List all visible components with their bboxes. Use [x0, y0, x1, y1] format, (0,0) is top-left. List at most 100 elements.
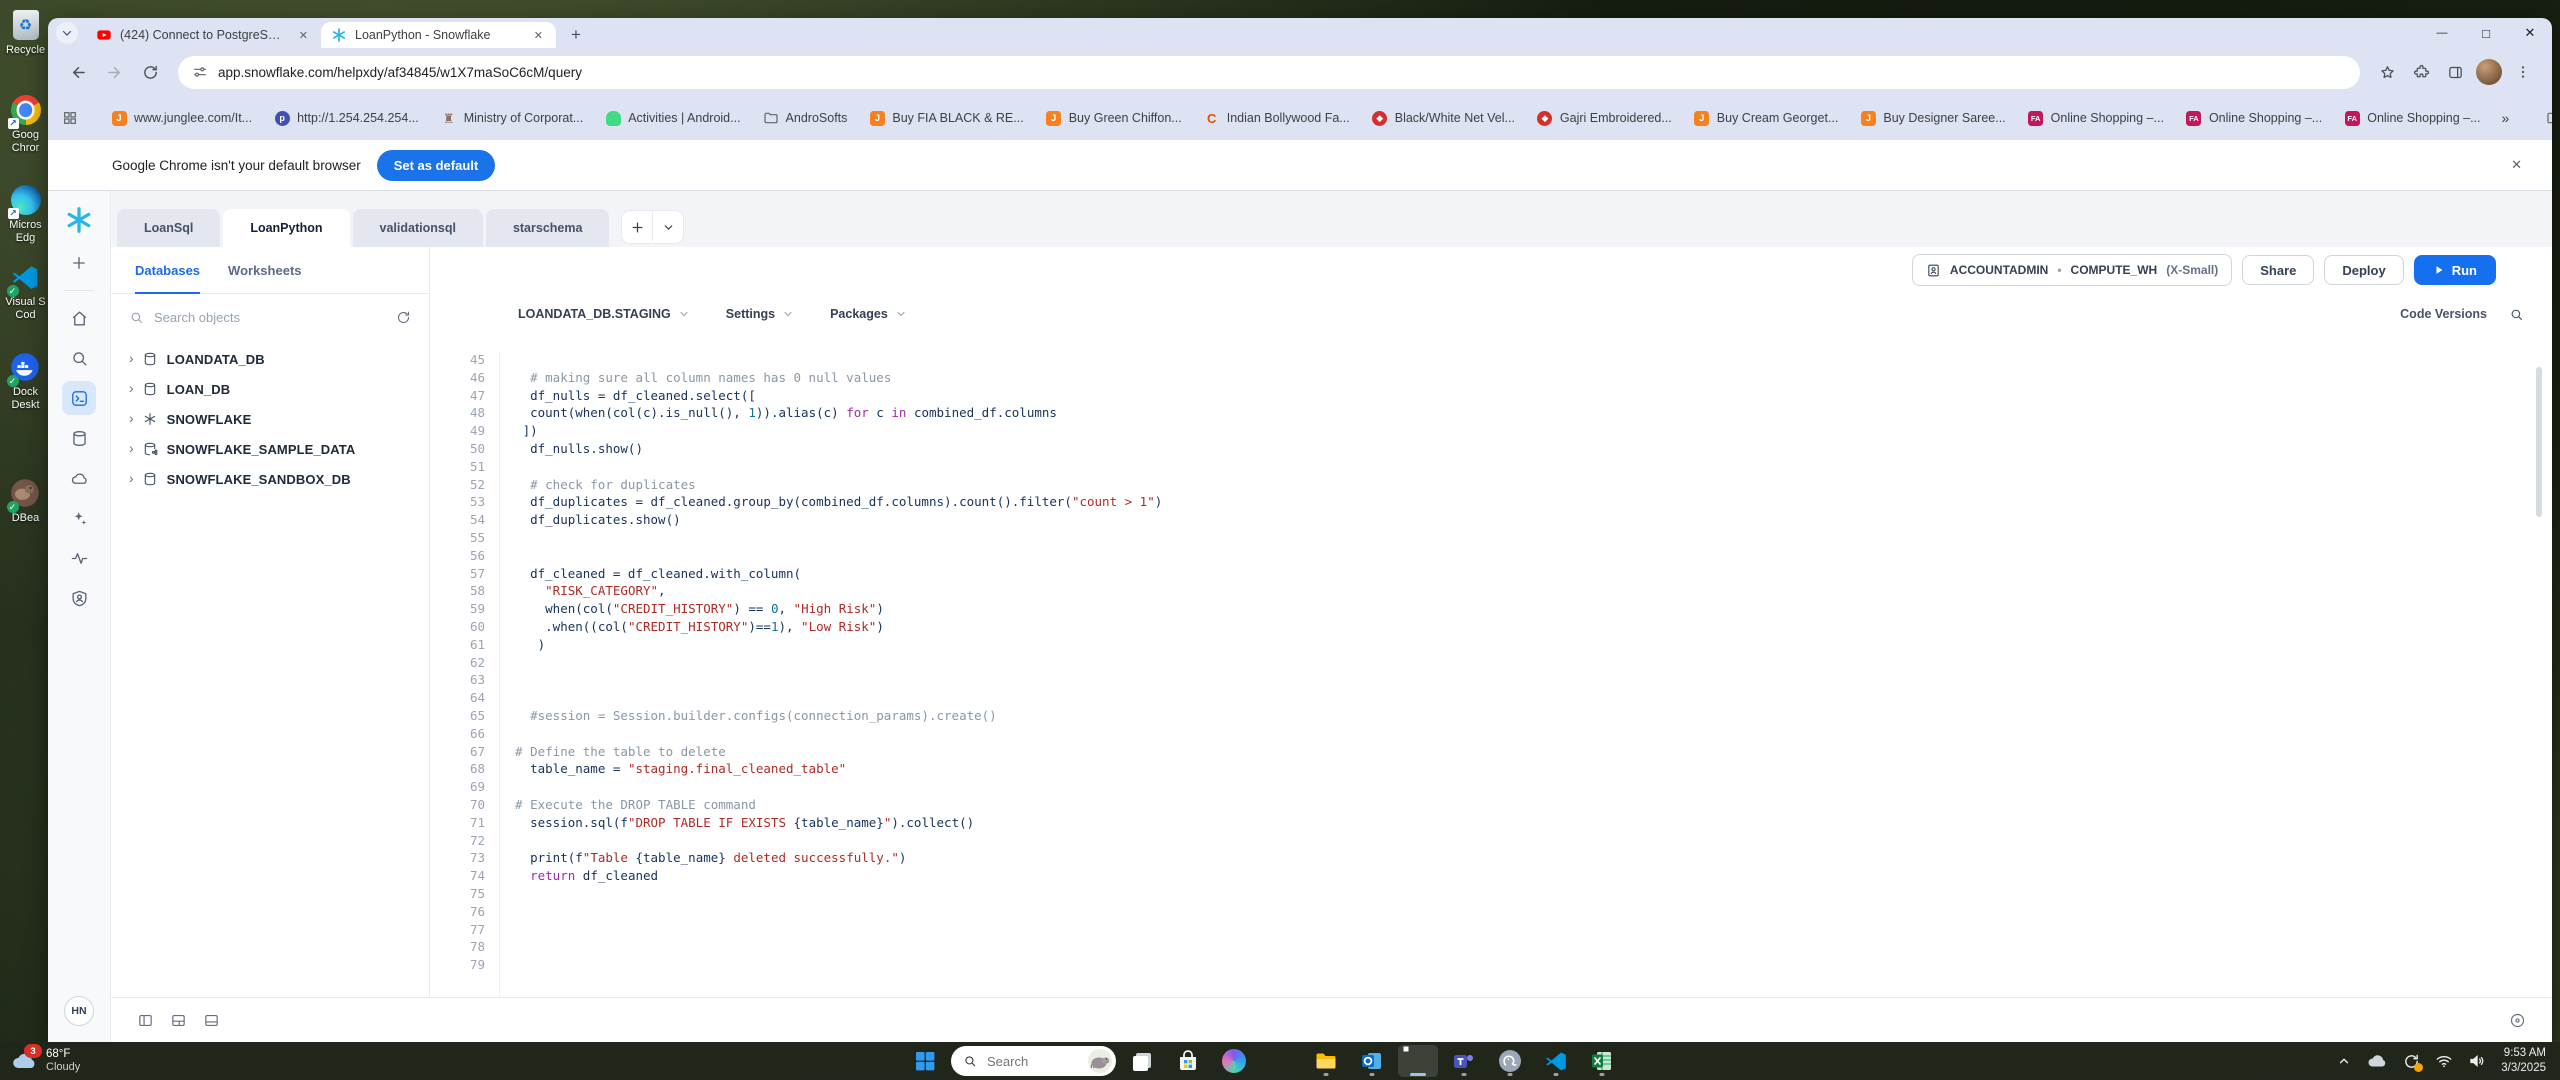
- all-bookmarks-button[interactable]: All Bookmarks: [2535, 104, 2552, 132]
- activity-nav-icon[interactable]: [62, 541, 96, 575]
- share-button[interactable]: Share: [2242, 255, 2315, 285]
- set-as-default-button[interactable]: Set as default: [376, 149, 496, 181]
- bookmark-item[interactable]: J Buy FIA BLACK & RE...: [858, 104, 1034, 132]
- browser-menu-icon[interactable]: [2508, 57, 2538, 87]
- desktop-icon-edge[interactable]: ↗ Micros Edg: [3, 185, 48, 244]
- bookmark-star-icon[interactable]: [2372, 57, 2402, 87]
- taskbar-clock[interactable]: 9:53 AM 3/3/2025: [2501, 1046, 2546, 1076]
- url-text[interactable]: app.snowflake.com/helpxdy/af34845/w1X7ma…: [218, 65, 582, 80]
- tab-close-icon[interactable]: ✕: [531, 28, 546, 43]
- help-icon[interactable]: [2509, 1012, 2526, 1029]
- taskbar-task-view-icon[interactable]: [1122, 1045, 1162, 1077]
- volume-icon[interactable]: [2468, 1052, 2486, 1070]
- weather-widget[interactable]: 3 68°F Cloudy: [0, 1044, 170, 1075]
- taskbar-copilot-icon[interactable]: [1214, 1045, 1254, 1077]
- worksheet-tab-validationsql[interactable]: validationsql: [352, 209, 483, 247]
- schema-context-dropdown[interactable]: LOANDATA_DB.STAGING: [518, 307, 690, 321]
- bookmark-item[interactable]: FA Online Shopping –...: [2333, 104, 2491, 132]
- tab-search-button[interactable]: [56, 22, 78, 44]
- bookmark-item[interactable]: ◆ Gajri Embroidered...: [1526, 104, 1683, 132]
- database-tree-row[interactable]: › SNOWFLAKE: [111, 404, 429, 434]
- snowflake-logo[interactable]: [62, 203, 96, 237]
- home-nav-icon[interactable]: [62, 301, 96, 335]
- desktop-icon-dbeaver[interactable]: ✓ DBea: [3, 478, 48, 525]
- admin-nav-icon[interactable]: [62, 581, 96, 615]
- sidebar-tab-worksheets[interactable]: Worksheets: [228, 247, 301, 293]
- user-avatar[interactable]: HN: [64, 996, 94, 1026]
- object-search[interactable]: [111, 294, 429, 340]
- desktop-icon-chrome[interactable]: ↗ Goog Chror: [3, 95, 48, 154]
- start-button[interactable]: [905, 1045, 945, 1077]
- onedrive-icon[interactable]: [2366, 1053, 2388, 1069]
- taskbar-search-input[interactable]: [985, 1052, 1059, 1070]
- code-area[interactable]: 45 46 47 48 49 50 51 52 53 54 55 56 57 58 59 60 61 62 63 64…: [430, 335, 2552, 997]
- refresh-icon[interactable]: [396, 310, 411, 325]
- database-tree-row[interactable]: › SNOWFLAKE_SANDBOX_DB: [111, 464, 429, 494]
- database-tree-row[interactable]: › LOAN_DB: [111, 374, 429, 404]
- taskbar-postgresql-icon[interactable]: [1490, 1045, 1530, 1077]
- bookmark-item[interactable]: ♜ Ministry of Corporat...: [430, 104, 594, 132]
- worksheet-tab-loanpython[interactable]: LoanPython: [223, 209, 350, 247]
- context-pill[interactable]: ACCOUNTADMIN • COMPUTE_WH (X-Small): [1911, 254, 2233, 286]
- bookmarks-overflow-icon[interactable]: »: [2492, 110, 2520, 126]
- sidebar-tab-databases[interactable]: Databases: [135, 247, 201, 294]
- profile-avatar[interactable]: [2476, 59, 2502, 85]
- address-bar[interactable]: app.snowflake.com/helpxdy/af34845/w1X7ma…: [178, 55, 2360, 89]
- browser-tab[interactable]: LoanPython - Snowflake ✕: [321, 22, 556, 48]
- code-versions-button[interactable]: Code Versions: [2400, 307, 2487, 321]
- worksheet-list-chevron-icon[interactable]: [653, 212, 683, 242]
- apps-grid-icon[interactable]: [62, 105, 78, 131]
- minimize-button[interactable]: —: [2420, 18, 2464, 48]
- chevron-right-icon[interactable]: ›: [129, 410, 134, 428]
- bookmark-item[interactable]: Jwww.junglee.com/It...: [100, 104, 263, 132]
- search-highlight-hippo-icon[interactable]: [1087, 1048, 1113, 1074]
- search-objects-input[interactable]: [152, 308, 388, 326]
- editor-scrollbar[interactable]: [2536, 367, 2542, 517]
- bookmark-item[interactable]: J Buy Designer Saree...: [1849, 104, 2016, 132]
- desktop-icon-docker[interactable]: ✓ Dock Deskt: [3, 352, 48, 411]
- extensions-icon[interactable]: [2406, 57, 2436, 87]
- reload-button[interactable]: [134, 56, 166, 88]
- taskbar-file-explorer-icon[interactable]: [1306, 1045, 1346, 1077]
- layout-split-left-icon[interactable]: [137, 1012, 154, 1029]
- search-nav-icon[interactable]: [62, 341, 96, 375]
- bookmark-item[interactable]: AndroSofts: [752, 104, 859, 132]
- new-tab-button[interactable]: +: [564, 23, 588, 47]
- create-new-button[interactable]: [62, 246, 96, 280]
- taskbar-excel-icon[interactable]: [1582, 1045, 1622, 1077]
- taskbar-store-icon[interactable]: [1168, 1045, 1208, 1077]
- bookmark-item[interactable]: J Buy Green Chiffon...: [1035, 104, 1193, 132]
- sync-status-icon[interactable]: [2403, 1053, 2424, 1072]
- taskbar-vscode-icon[interactable]: [1536, 1045, 1576, 1077]
- bookmark-item[interactable]: ◆ Black/White Net Vel...: [1361, 104, 1526, 132]
- deploy-button[interactable]: Deploy: [2324, 255, 2404, 285]
- code-lines[interactable]: # making sure all column names has 0 nul…: [500, 351, 2552, 997]
- bookmark-item[interactable]: FA Online Shopping –...: [2017, 104, 2175, 132]
- taskbar-search[interactable]: [951, 1046, 1116, 1076]
- bookmark-item[interactable]: Activities | Android...: [594, 104, 751, 132]
- chevron-right-icon[interactable]: ›: [129, 380, 134, 398]
- tray-overflow-chevron-icon[interactable]: [2337, 1054, 2351, 1068]
- forward-button[interactable]: [98, 56, 130, 88]
- desktop-icon-vscode[interactable]: ✓ Visual S Cod: [3, 262, 48, 321]
- maximize-button[interactable]: □: [2464, 18, 2508, 48]
- close-button[interactable]: ✕: [2508, 18, 2552, 48]
- layout-split-bottom-icon[interactable]: [170, 1012, 187, 1029]
- cloud-nav-icon[interactable]: [62, 461, 96, 495]
- taskbar-outlook-icon[interactable]: [1352, 1045, 1392, 1077]
- taskbar-edge-icon[interactable]: [1260, 1045, 1300, 1077]
- bookmark-item[interactable]: FA Online Shopping –...: [2175, 104, 2333, 132]
- taskbar-chrome-icon[interactable]: [1398, 1045, 1438, 1077]
- layout-full-icon[interactable]: [203, 1012, 220, 1029]
- worksheet-tab-starschema[interactable]: starschema: [485, 209, 610, 247]
- chevron-right-icon[interactable]: ›: [129, 440, 134, 458]
- chevron-right-icon[interactable]: ›: [129, 470, 134, 488]
- find-in-code-icon[interactable]: [2509, 307, 2524, 322]
- database-tree-row[interactable]: › LOANDATA_DB: [111, 344, 429, 374]
- bookmark-item[interactable]: p http://1.254.254.254...: [263, 104, 430, 132]
- site-settings-icon[interactable]: [192, 64, 208, 80]
- chevron-right-icon[interactable]: ›: [129, 350, 134, 368]
- browser-tab[interactable]: (424) Connect to PostgreSQL fr ✕: [86, 22, 321, 48]
- desktop-icon-recycle-bin[interactable]: ♻ Recycle: [3, 10, 48, 57]
- add-worksheet-button[interactable]: [622, 212, 654, 242]
